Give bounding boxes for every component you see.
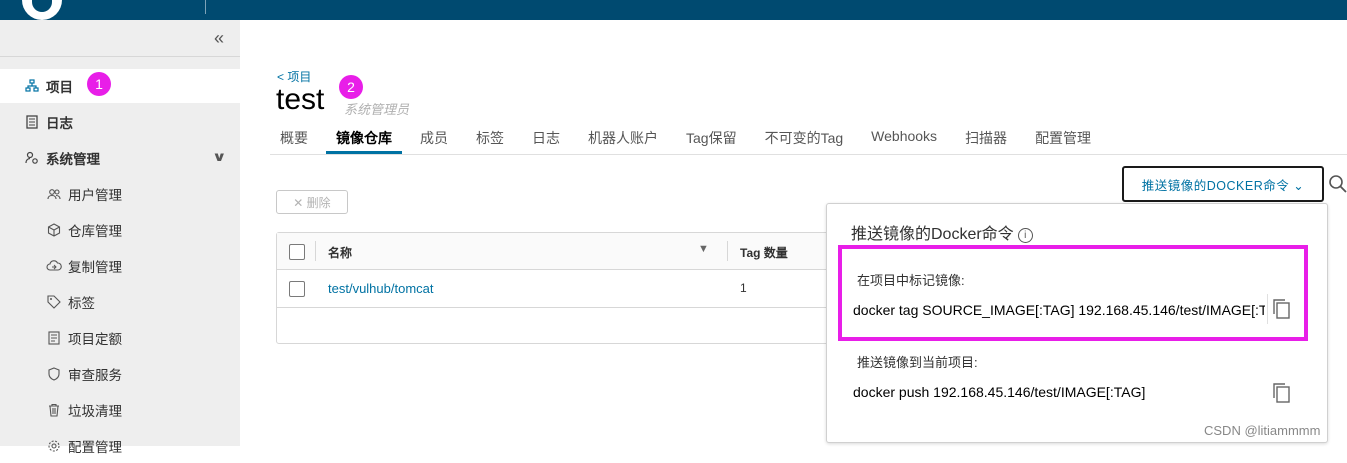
sidebar-item-label: 项目	[46, 80, 73, 95]
sidebar-item-label: 项目定额	[68, 332, 122, 347]
push-command-text[interactable]: docker push 192.168.45.146/test/IMAGE[:T…	[853, 384, 1265, 400]
tag-count-value: 1	[740, 281, 747, 295]
sidebar-item-label: 系统管理	[46, 152, 100, 167]
tab-scanners[interactable]: 扫描器	[955, 120, 1017, 154]
table-header: 名称 ▼ Tag 数量	[277, 233, 837, 270]
dropdown-title-text: 推送镜像的Docker命令	[851, 226, 1014, 243]
sidebar-item-registry-management[interactable]: 仓库管理	[0, 213, 240, 247]
sidebar-item-configuration[interactable]: 配置管理	[0, 429, 240, 463]
sidebar-item-label: 用户管理	[68, 188, 122, 203]
sidebar-item-interrogation-services[interactable]: 审查服务	[0, 357, 240, 391]
select-all-checkbox[interactable]	[289, 244, 305, 260]
sidebar-divider	[0, 56, 240, 57]
tab-immutable-tags[interactable]: 不可变的Tag	[755, 120, 854, 154]
log-icon	[24, 114, 40, 130]
sidebar-item-label: 垃圾清理	[68, 404, 122, 419]
shield-icon	[46, 366, 62, 382]
sidebar-item-label: 审查服务	[68, 368, 122, 383]
sidebar-item-system-admin[interactable]: 系统管理 ∨	[0, 141, 240, 175]
role-label: 系统管理员	[344, 102, 410, 117]
search-icon[interactable]	[1328, 174, 1347, 194]
sidebar-item-user-management[interactable]: 用户管理	[0, 177, 240, 211]
sidebar-item-label: 仓库管理	[68, 224, 122, 239]
harbor-logo-icon[interactable]	[22, 0, 62, 20]
chevron-down-icon[interactable]: ∨	[212, 149, 227, 165]
dropdown-title: 推送镜像的Docker命令 i	[851, 220, 1033, 244]
sidebar-item-replication[interactable]: 复制管理	[0, 249, 240, 283]
sidebar-item-labels[interactable]: 标签	[0, 285, 240, 319]
sidebar-item-label: 复制管理	[68, 260, 122, 275]
tab-logs[interactable]: 日志	[522, 120, 570, 154]
sidebar-item-label: 标签	[68, 296, 95, 311]
tab-repositories[interactable]: 镜像仓库	[326, 120, 402, 154]
quota-icon	[46, 330, 62, 346]
push-command-label: 推送镜像到当前项目:	[857, 355, 978, 370]
double-chevron-left-icon[interactable]: «	[214, 28, 224, 48]
copy-icon[interactable]	[1271, 381, 1293, 405]
column-header-tag-count[interactable]: Tag 数量	[740, 244, 788, 261]
tab-robot-accounts[interactable]: 机器人账户	[578, 120, 668, 154]
row-checkbox[interactable]	[289, 281, 305, 297]
column-header-name[interactable]: 名称	[328, 244, 352, 261]
trash-icon	[46, 402, 62, 418]
project-tabs: 概要 镜像仓库 成员 标签 日志 机器人账户 Tag保留 不可变的Tag Web…	[270, 120, 1109, 154]
column-divider	[727, 241, 728, 261]
sidebar-item-label: 日志	[46, 116, 73, 131]
config-icon	[46, 438, 62, 454]
sidebar-item-garbage-collection[interactable]: 垃圾清理	[0, 393, 240, 427]
page-title: test	[276, 83, 325, 116]
top-header-bar	[0, 0, 1347, 20]
replication-icon	[46, 258, 62, 274]
sidebar-item-project-quotas[interactable]: 项目定额	[0, 321, 240, 355]
table-row: test/vulhub/tomcat 1	[277, 270, 837, 308]
annotation-highlight-box	[838, 245, 1308, 341]
sidebar-item-projects[interactable]: 项目	[0, 69, 240, 103]
repository-link[interactable]: test/vulhub/tomcat	[328, 281, 434, 296]
tab-tag-retention[interactable]: Tag保留	[676, 120, 747, 154]
settings-icon	[24, 150, 40, 166]
annotation-badge-1: 1	[87, 72, 111, 96]
repository-table: 名称 ▼ Tag 数量 test/vulhub/tomcat 1	[276, 232, 838, 344]
tabs-divider	[270, 154, 1347, 155]
watermark: CSDN @litiammmm	[1204, 423, 1321, 438]
tag-icon	[46, 294, 62, 310]
header-divider	[205, 0, 206, 14]
tab-members[interactable]: 成员	[410, 120, 458, 154]
tab-webhooks[interactable]: Webhooks	[861, 120, 947, 154]
info-icon[interactable]: i	[1017, 228, 1033, 243]
tab-summary[interactable]: 概要	[270, 120, 318, 154]
tab-labels[interactable]: 标签	[466, 120, 514, 154]
sidebar-item-logs[interactable]: 日志	[0, 105, 240, 139]
delete-button[interactable]: ✕ 删除	[276, 190, 348, 214]
tab-configuration[interactable]: 配置管理	[1025, 120, 1101, 154]
sidebar: « 项目 日志 系统管理 ∨ 用户管理 仓库管理 复制管理 标签 项目定额 审查…	[0, 20, 240, 455]
column-divider	[315, 241, 316, 261]
push-command-button[interactable]: 推送镜像的DOCKER命令 ⌄	[1122, 166, 1324, 202]
project-icon	[24, 78, 40, 94]
filter-icon[interactable]: ▼	[698, 243, 709, 255]
users-icon	[46, 186, 62, 202]
annotation-badge-2: 2	[339, 75, 363, 99]
sidebar-item-label: 配置管理	[68, 440, 122, 455]
registry-icon	[46, 222, 62, 238]
